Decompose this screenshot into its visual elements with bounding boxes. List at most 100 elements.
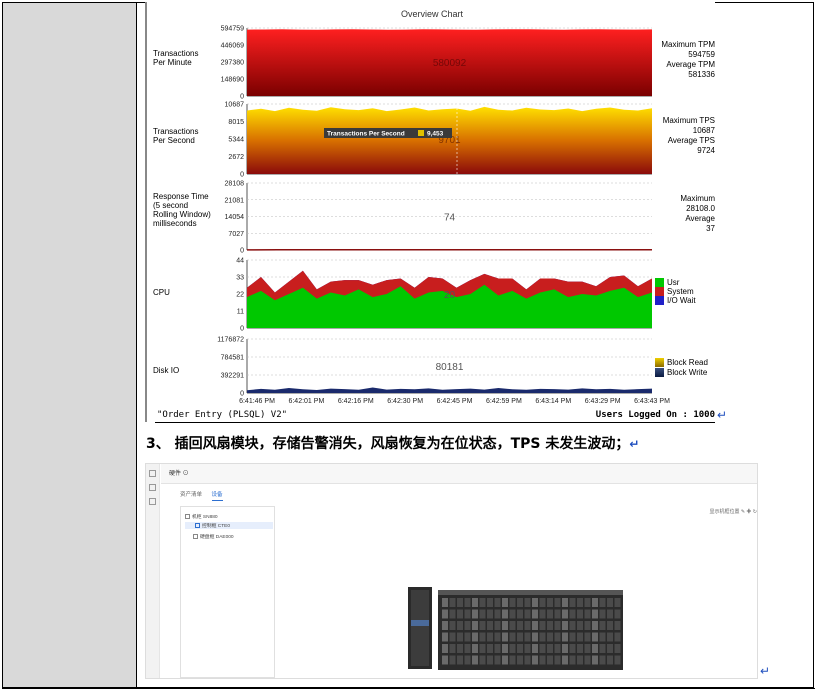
ss-sidebar [146,464,160,678]
disk-slot [449,621,456,630]
disk-io-label: Disk IO [153,366,180,375]
disk-slot [584,621,591,630]
users-logged-text: Users Logged On : 1000 [595,410,715,420]
disk-slot [569,598,576,607]
disk-slot [464,609,471,619]
footer-users-logged: Users Logged On : 1000 [596,410,715,420]
tps-tooltip-value: 9,453 [427,131,444,138]
disk-slot [577,609,583,619]
panel-3-y-tick-zero: 0 [240,326,244,333]
ss-toolbar-text[interactable]: 显示机框位置 ✎ ✚ ↻ [709,509,757,515]
return-mark-3: ↵ [760,664,771,678]
tree-item-controller[interactable]: 控制框 CTE0 [185,522,273,529]
tree-item-disk-enclosure[interactable]: 硬盘框 DAE000 [185,533,234,540]
disk-slot [577,621,583,630]
disk-slot [517,609,523,619]
time-tick-label: 6:41:46 PM [239,398,275,405]
disk-slot [464,598,471,607]
disk-slot [554,655,561,665]
disk-slot [547,609,553,619]
disk-slot [517,621,523,630]
panel-1-y-tick: 2672 [228,154,244,161]
disk-slot [599,644,606,653]
disk-slot [614,598,621,607]
panel-1-y-tick: 5344 [228,136,244,143]
disk-slot [562,621,568,630]
tpm-avg-value: 581336 [688,70,715,79]
overview-chart: Overview Chart 148690 297380 446069 594759 0… [145,2,715,423]
disk-slot [607,598,613,607]
footer-underline [155,422,715,423]
overview-charts-svg: 148690 297380 446069 594759 0 580092 2672 5344 8… [217,26,670,406]
disk-slot [487,644,493,653]
disk-slot [479,621,486,630]
disk-slot [532,632,538,642]
disk-slot [592,632,598,642]
tree-item-cabinet[interactable]: 机柜 SN880 [185,513,218,520]
disk-slot [539,644,546,653]
time-tick-label: 6:42:16 PM [338,398,374,405]
disk-slot [599,609,606,619]
ss-tab-devices[interactable]: 设备 [211,490,223,501]
legend-block-write-label: Block Write [667,368,708,377]
panel-0-y-tick: 148690 [221,76,244,83]
response-max-label: Maximum [680,194,715,203]
disk-slot [614,632,621,642]
ss-list-icon[interactable] [149,484,156,491]
disk-slot [442,598,448,607]
tps-tooltip-swatch [418,130,424,136]
disk-slot [592,598,598,607]
storage-ui-screenshot: 硬件 ⊙ 资产清单 设备 机柜 SN880 控制框 CTE0 硬盘框 DAE00… [145,463,770,679]
disk-slot [584,632,591,642]
panel-4-y-tick: 784581 [221,355,244,362]
disk-slot [569,632,576,642]
disk-slot [464,644,471,653]
disk-slot [487,609,493,619]
panel-3-y-tick: 33 [236,275,244,282]
disk-slot [509,655,516,665]
tps-max-label: Maximum TPS [662,116,715,125]
disk-slot [472,632,478,642]
storage-device-image [408,587,623,670]
disk-slot [532,644,538,653]
disk-slot [607,655,613,665]
cpu-label: CPU [153,288,170,297]
tpm-avg-label: Average TPM [666,60,715,69]
disk-slot [577,598,583,607]
disk-slot [524,644,531,653]
ss-tab-assets[interactable]: 资产清单 [180,490,202,500]
ss-save-icon[interactable] [149,470,156,477]
response-time-label: Response Time (5 second Rolling Window) … [153,192,211,228]
time-tick-label: 6:43:29 PM [585,398,621,405]
disk-slot [509,598,516,607]
block-read-swatch [655,358,664,368]
disk-slot [487,655,493,665]
time-tick-label: 6:42:30 PM [387,398,423,405]
block-write-swatch [655,368,664,378]
disk-slot [607,609,613,619]
disk-slot [569,621,576,630]
panel-2-y-tick: 7027 [228,231,244,238]
disk-slot [607,621,613,630]
disk-slot [547,644,553,653]
disk-slot [449,644,456,653]
disk-slot [449,609,456,619]
disk-slot [592,655,598,665]
legend-iowait: I/O Wait [655,296,696,306]
disk-slot [457,655,463,665]
disk-slot [517,598,523,607]
disk-enclosure-top [438,590,623,595]
disk-slot [562,644,568,653]
panel-3-overlay-value: 20 [444,290,456,301]
disk-slot [524,632,531,642]
disk-slot [539,632,546,642]
ss-device-icon[interactable] [149,498,156,505]
disk-slot [502,632,508,642]
panel-2-y-tick: 14054 [225,214,245,221]
disk-slot [607,632,613,642]
disk-slot [524,621,531,630]
disk-slot [532,598,538,607]
disk-slot [472,609,478,619]
tree-controller-icon [195,523,200,529]
disk-slot [554,598,561,607]
